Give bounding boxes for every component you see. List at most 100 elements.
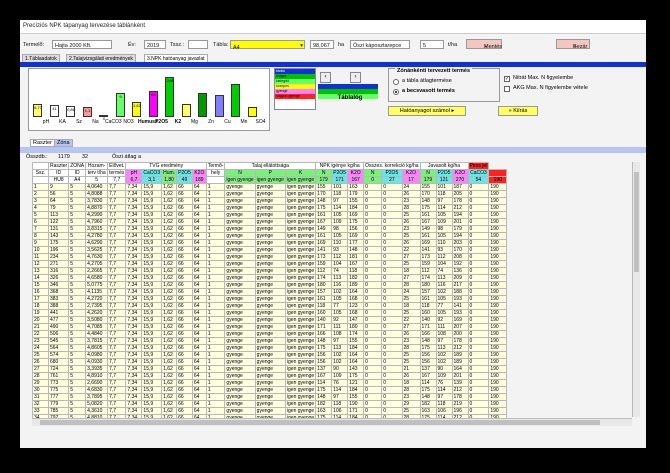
- mentes-button[interactable]: » Mentés: [466, 39, 502, 50]
- table-cell: 7,34: [125, 407, 143, 415]
- prev-button[interactable]: ‹: [320, 72, 331, 83]
- table-row[interactable]: 20 477 5 3,5080 7,7 7,34 15,9 1,62 66 64 1 gyenge gy…: [32, 316, 508, 324]
- table-row[interactable]: 29 773 5 2,6690 7,7 7,34 15,9 1,62 66 64 1 gyenge gy…: [32, 379, 508, 387]
- table-row[interactable]: 16 368 5 4,1135 7,7 7,34 15,9 1,62 66 64 1 gyenge gy…: [32, 288, 508, 296]
- summary-cell: igen gyenge: [284, 176, 317, 184]
- chevron-down-icon[interactable]: ▾: [300, 41, 303, 51]
- table-row[interactable]: 12 271 5 4,2705 7,7 7,34 15,9 1,62 66 64 1 gyenge gy…: [32, 260, 508, 268]
- table-cell: 7,34: [125, 225, 143, 233]
- tabla-select[interactable]: A4 ▾: [230, 40, 305, 51]
- table-cell: 18: [32, 302, 49, 310]
- table-cell: 0: [467, 330, 490, 338]
- table-row[interactable]: 3 64 5 3,7830 7,7 7,34 15,9 1,62 66 64 1 gyenge gyen…: [32, 197, 508, 205]
- scroll-thumb[interactable]: [40, 420, 600, 425]
- table-cell: 0: [363, 211, 383, 219]
- table-cell: 64: [191, 190, 207, 198]
- table-cell: 5: [68, 232, 87, 240]
- scroll-thumb[interactable]: [634, 172, 639, 272]
- tab-zona[interactable]: Zóna: [54, 139, 73, 147]
- table-cell: 66: [176, 197, 193, 205]
- table-cell: 27: [401, 274, 421, 282]
- table-cell: 0: [467, 281, 490, 289]
- table-row[interactable]: 21 490 5 4,7085 7,7 7,34 15,9 1,62 66 64 1 gyenge gy…: [32, 323, 508, 331]
- vertical-scrollbar[interactable]: [632, 162, 640, 417]
- summary-cell: 6,7: [125, 176, 143, 184]
- table-row[interactable]: 6 122 5 4,7960 7,7 7,34 15,9 1,62 66 64 1 gyenge gye…: [32, 218, 508, 226]
- table-row[interactable]: 13 316 5 2,2665 7,7 7,34 15,9 1,62 66 64 1 gyenge gy…: [32, 267, 508, 275]
- tssz-field[interactable]: [188, 40, 208, 49]
- hatoanyag-button[interactable]: Hatóanyagot számol ▸: [388, 106, 466, 116]
- table-cell: 121: [347, 379, 365, 387]
- table-cell: 0: [381, 365, 403, 373]
- table-cell: 0: [381, 225, 403, 233]
- table-cell: 7,7: [107, 190, 127, 198]
- table-row[interactable]: 17 383 5 4,2720 7,7 7,34 15,9 1,62 66 64 1 gyenge gy…: [32, 295, 508, 303]
- bezar-button[interactable]: Bezár ×: [556, 39, 590, 50]
- radio-becsult[interactable]: [393, 89, 399, 95]
- table-cell: 5: [68, 267, 87, 275]
- crop-field[interactable]: Őszi káposztarepce: [350, 40, 410, 49]
- table-cell: 182: [419, 400, 437, 408]
- table-row[interactable]: 19 441 5 4,2620 7,7 7,34 15,9 1,62 66 64 1 gyenge gy…: [32, 309, 508, 317]
- header-row-1: Raszter ZÓNA Hozam- Elővet. TVG eredmény Term…: [32, 162, 507, 170]
- table-cell: 1,62: [161, 344, 178, 352]
- table-row[interactable]: 14 326 5 4,6580 7,7 7,34 15,9 1,62 66 64 1 gyenge gy…: [32, 274, 508, 282]
- table-row[interactable]: 27 724 5 3,3935 7,7 7,34 15,9 1,62 66 64 1 gyenge gy…: [32, 365, 508, 373]
- table-row[interactable]: 1 9 5 4,0640 7,7 7,34 15,9 1,62 66 64 1 gyenge gyeng…: [32, 183, 508, 191]
- table-cell: 194: [451, 232, 469, 240]
- table-row[interactable]: 23 545 5 3,7815 7,7 7,34 15,9 1,62 66 64 1 gyenge gy…: [32, 337, 508, 345]
- table-cell: 1,62: [161, 407, 178, 415]
- table-row[interactable]: 30 775 5 4,6830 7,7 7,34 15,9 1,62 66 64 1 gyenge gy…: [32, 386, 508, 394]
- table-row[interactable]: 28 761 5 4,8910 7,7 7,34 15,9 1,62 66 64 1 gyenge gy…: [32, 372, 508, 380]
- radio-atlag[interactable]: [393, 79, 399, 85]
- table-row[interactable]: 10 196 5 3,5625 7,7 7,34 15,9 1,62 66 64 1 gyenge gy…: [32, 246, 508, 254]
- table-cell: 7,34: [125, 204, 143, 212]
- table-row[interactable]: 22 506 5 4,4840 7,7 7,34 15,9 1,62 66 64 1 gyenge gy…: [32, 330, 508, 338]
- chevron-left-icon: ‹: [324, 74, 327, 80]
- table-row[interactable]: 5 113 5 4,2990 7,7 7,34 15,9 1,62 66 64 1 gyenge gye…: [32, 211, 508, 219]
- nitrat-checkbox[interactable]: ✓: [504, 76, 510, 82]
- table-row[interactable]: 18 388 5 2,7395 7,7 7,34 15,9 1,62 66 64 1 gyenge gy…: [32, 302, 508, 310]
- table-cell: 0: [363, 239, 383, 247]
- table-row[interactable]: 25 574 5 4,0980 7,7 7,34 15,9 1,62 66 64 1 gyenge gy…: [32, 351, 508, 359]
- table-cell: 0: [381, 379, 403, 387]
- table-cell: 175: [419, 386, 437, 394]
- table-row[interactable]: 8 143 5 4,2780 7,7 7,34 15,9 1,62 66 64 1 gyenge gye…: [32, 232, 508, 240]
- ev-field[interactable]: 2019: [144, 40, 166, 49]
- table-row[interactable]: 33 785 5 4,3610 7,7 7,34 15,9 1,62 66 64 1 gyenge gy…: [32, 407, 508, 415]
- termelo-field[interactable]: Hajta 2000 Kft.: [52, 40, 112, 49]
- next-button[interactable]: ›: [350, 72, 361, 83]
- table-cell: 23: [32, 337, 49, 345]
- table-cell: 97: [331, 197, 349, 205]
- table-cell: 7,34: [125, 351, 143, 359]
- table-row[interactable]: 7 131 5 3,8315 7,7 7,34 15,9 1,62 66 64 1 gyenge gye…: [32, 225, 508, 233]
- table-cell: 1,62: [161, 239, 178, 247]
- yield-field[interactable]: 5: [420, 40, 444, 49]
- tab-raszter[interactable]: Raszter: [30, 139, 55, 147]
- table-cell: gyenge: [254, 323, 286, 331]
- table-row[interactable]: 15 346 5 5,0775 7,7 7,34 15,9 1,62 66 64 1 gyenge gy…: [32, 281, 508, 289]
- table-cell: igen gyenge: [284, 309, 317, 317]
- table-cell: 5: [68, 407, 87, 415]
- bar-value: 1,62: [133, 102, 141, 108]
- kiiras-button[interactable]: » Kiírás: [498, 106, 538, 116]
- osszdb-label: Összdb.:: [26, 154, 48, 160]
- table-cell: 1: [205, 344, 226, 352]
- table-cell: gyenge: [254, 246, 286, 254]
- akg-checkbox[interactable]: [504, 86, 510, 92]
- table-row[interactable]: 2 56 5 4,8088 7,7 7,34 15,9 1,62 66 64 1 gyenge gyen…: [32, 190, 508, 198]
- table-row[interactable]: 4 79 5 4,8870 7,7 7,34 15,9 1,62 66 64 1 gyenge gyen…: [32, 204, 508, 212]
- table-row[interactable]: 31 777 5 3,7895 7,7 7,34 15,9 1,62 66 64 1 gyenge gy…: [32, 393, 508, 401]
- app-window: Precíziós NPK tápanyag tervezése táblánk…: [20, 20, 646, 448]
- table-cell: 1: [205, 379, 226, 387]
- table-cell: 148: [419, 393, 437, 401]
- horizontal-scrollbar[interactable]: [32, 418, 632, 426]
- table-row[interactable]: 11 234 5 4,7630 7,7 7,34 15,9 1,62 66 64 1 gyenge gy…: [32, 253, 508, 261]
- table-cell: 12: [32, 260, 49, 268]
- table-row[interactable]: 9 175 5 4,6290 7,7 7,34 15,9 1,62 66 64 1 gyenge gye…: [32, 239, 508, 247]
- table-row[interactable]: 26 680 5 4,0930 7,7 7,34 15,9 1,62 66 64 1 gyenge gy…: [32, 358, 508, 366]
- table-row[interactable]: 32 779 5 5,0820 7,7 7,34 15,9 1,62 66 64 1 gyenge gy…: [32, 400, 508, 408]
- table-row[interactable]: 24 564 5 4,8605 7,7 7,34 15,9 1,62 66 64 1 gyenge gy…: [32, 344, 508, 352]
- table-cell: 136: [451, 267, 469, 275]
- table-cell: 0: [363, 316, 383, 324]
